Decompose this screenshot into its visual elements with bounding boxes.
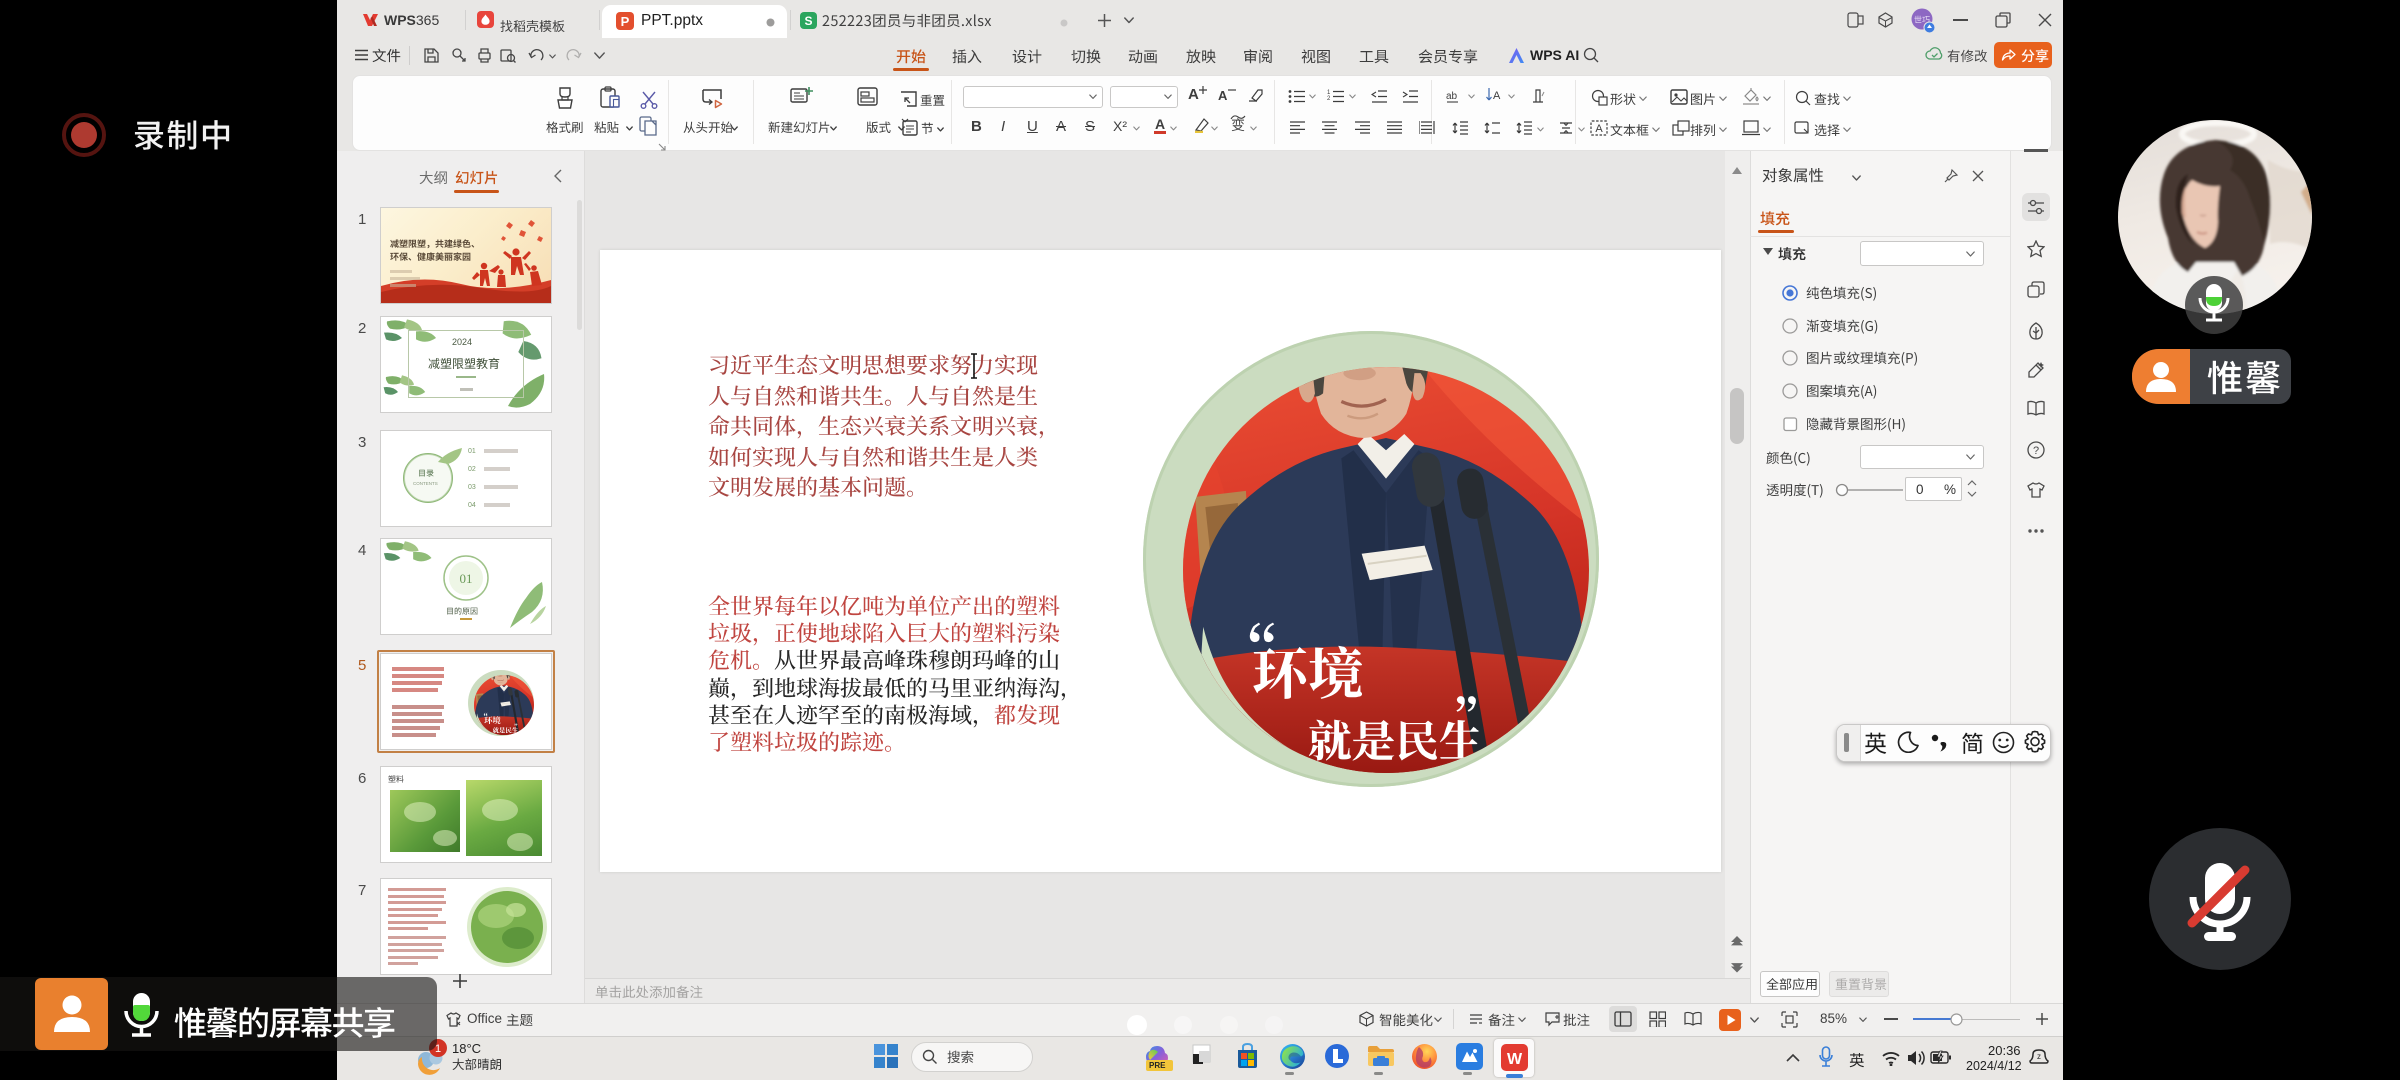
svg-text:z: z <box>2037 1052 2041 1061</box>
svg-text:A: A <box>1493 90 1501 102</box>
svg-text:S: S <box>804 14 812 28</box>
svg-text:?: ? <box>2033 445 2039 457</box>
svg-text:P: P <box>621 14 630 29</box>
svg-text:W: W <box>1507 1051 1523 1068</box>
svg-text:2: 2 <box>1327 96 1331 102</box>
svg-text:A: A <box>1595 123 1603 135</box>
svg-text:01: 01 <box>460 571 473 586</box>
svg-text:ab: ab <box>1446 91 1458 102</box>
